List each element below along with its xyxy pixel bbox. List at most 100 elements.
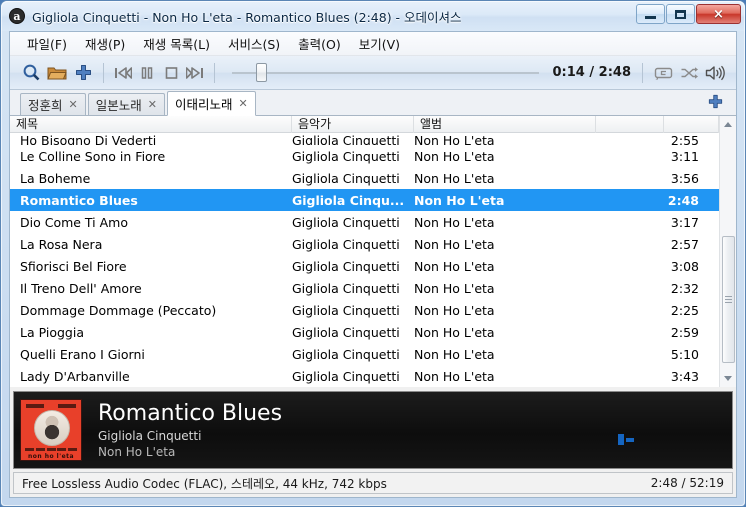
row-artist: Gigliola Cinquetti [292, 214, 400, 230]
album-art[interactable]: non ho l'eta [20, 399, 82, 461]
folder-open-icon[interactable] [44, 60, 70, 86]
row-album: Non Ho L'eta [414, 148, 495, 164]
menu-file[interactable]: 파일(F) [18, 32, 76, 55]
menu-playlist[interactable]: 재생 목록(L) [134, 32, 219, 55]
table-row[interactable]: La Rosa Nera Gigliola Cinquetti Non Ho L… [10, 233, 719, 255]
row-album: Non Ho L'eta [414, 346, 495, 362]
repeat-icon[interactable] [650, 61, 676, 85]
column-header-extra[interactable] [596, 116, 664, 133]
row-artist: Gigliola Cinquetti [292, 170, 400, 186]
table-row[interactable]: Sfiorisci Bel Fiore Gigliola Cinquetti N… [10, 255, 719, 277]
playlist-scrollbar[interactable] [719, 116, 736, 387]
album-art-portrait [34, 410, 70, 446]
row-title: Romantico Blues [20, 192, 138, 208]
table-row[interactable]: La Boheme Gigliola Cinquetti Non Ho L'et… [10, 167, 719, 189]
scroll-down-glyph [724, 376, 732, 381]
playlist-tab-1-close-icon[interactable]: ✕ [69, 98, 78, 111]
playlist-table[interactable]: 제목 음악가 앨범 Ho Bisogno Di Vederti Gigliola… [10, 116, 719, 387]
column-header-artist[interactable]: 음악가 [292, 116, 414, 133]
maximize-button[interactable] [666, 4, 695, 24]
playlist-tab-1[interactable]: 정훈희 ✕ [20, 93, 86, 115]
window-controls: × [635, 4, 741, 24]
row-artist: Gigliola Cinquetti [292, 148, 400, 164]
scrollbar-thumb[interactable] [721, 236, 735, 363]
search-icon[interactable] [18, 60, 44, 86]
seek-thumb[interactable] [256, 62, 267, 82]
now-playing-artist: Gigliola Cinquetti [98, 429, 202, 444]
playlist-tab-3[interactable]: 이태리노래 ✕ [166, 91, 256, 116]
row-album: Non Ho L'eta [414, 133, 495, 145]
menu-view[interactable]: 보기(V) [350, 32, 409, 55]
now-playing-panel[interactable]: non ho l'eta Romantico Blues Gigliola Ci… [13, 391, 733, 469]
row-title: Il Treno Dell' Amore [20, 280, 142, 296]
row-album: Non Ho L'eta [414, 170, 495, 186]
seek-slider[interactable] [232, 62, 539, 84]
row-album: Non Ho L'eta [414, 324, 495, 340]
column-header-title[interactable]: 제목 [10, 116, 292, 133]
menu-bar: 파일(F) 재생(P) 재생 목록(L) 서비스(S) 출력(O) 보기(V) [10, 32, 736, 56]
minimize-button[interactable] [636, 4, 665, 24]
playlist-tab-3-close-icon[interactable]: ✕ [238, 97, 247, 110]
playlist-tab-2[interactable]: 일본노래 ✕ [87, 93, 165, 115]
pause-icon[interactable] [135, 62, 159, 84]
shuffle-icon[interactable] [676, 61, 702, 85]
column-header-album[interactable]: 앨범 [414, 116, 596, 133]
application-window: a Gigliola Cinquetti - Non Ho L'eta - Ro… [0, 0, 746, 507]
menu-playback[interactable]: 재생(P) [76, 32, 134, 55]
table-row[interactable]: Lady D'Arbanville Gigliola Cinquetti Non… [10, 365, 719, 387]
table-row[interactable]: La Pioggia Gigliola Cinquetti Non Ho L'e… [10, 321, 719, 343]
scrollbar-track[interactable] [720, 133, 737, 370]
row-title: La Pioggia [20, 324, 84, 340]
row-artist: Gigliola Cinquetti [292, 133, 400, 145]
title-bar[interactable]: a Gigliola Cinquetti - Non Ho L'eta - Ro… [1, 1, 745, 31]
stop-icon[interactable] [159, 62, 183, 84]
playlist-tab-2-close-icon[interactable]: ✕ [148, 98, 157, 111]
table-row[interactable]: Quelli Erano I Giorni Gigliola Cinquetti… [10, 343, 719, 365]
row-album: Non Ho L'eta [414, 214, 495, 230]
row-length: 5:10 [670, 346, 699, 362]
playlist-area: 제목 음악가 앨범 Ho Bisogno Di Vederti Gigliola… [10, 116, 736, 387]
close-button[interactable]: × [696, 4, 741, 24]
row-album: Non Ho L'eta [414, 192, 505, 208]
scroll-up-icon[interactable] [720, 116, 737, 133]
row-length: 2:55 [670, 133, 699, 145]
row-title: Le Colline Sono in Fiore [20, 148, 166, 164]
playlist-tab-3-label: 이태리노래 [174, 97, 233, 112]
toolbar-separator-2 [214, 62, 215, 83]
scroll-up-glyph [724, 122, 732, 127]
playlist-tab-1-label: 정훈희 [28, 98, 63, 113]
table-row[interactable]: Dio Come Ti Amo Gigliola Cinquetti Non H… [10, 211, 719, 233]
row-length: 3:17 [670, 214, 699, 230]
audacious-icon: a [9, 8, 25, 24]
next-track-icon[interactable] [183, 62, 207, 84]
table-row-selected[interactable]: Romantico Blues Gigliola Cinqu... Non Ho… [10, 189, 719, 211]
table-row[interactable]: Dommage Dommage (Peccato) Gigliola Cinqu… [10, 299, 719, 321]
table-row[interactable]: Il Treno Dell' Amore Gigliola Cinquetti … [10, 277, 719, 299]
table-row[interactable]: Ho Bisogno Di Vederti Gigliola Cinquetti… [10, 133, 719, 145]
row-artist: Gigliola Cinquetti [292, 324, 400, 340]
row-album: Non Ho L'eta [414, 258, 495, 274]
album-art-caption: non ho l'eta [27, 453, 75, 460]
volume-icon[interactable] [702, 61, 728, 85]
table-row[interactable]: Le Colline Sono in Fiore Gigliola Cinque… [10, 145, 719, 167]
now-playing-title: Romantico Blues [98, 400, 283, 426]
scroll-down-icon[interactable] [720, 370, 737, 387]
menu-services[interactable]: 서비스(S) [219, 32, 289, 55]
row-length: 3:08 [670, 258, 699, 274]
plus-icon[interactable] [70, 60, 96, 86]
toolbar-separator-3 [642, 62, 643, 83]
row-length: 3:43 [670, 368, 699, 384]
playlist-rows: Ho Bisogno Di Vederti Gigliola Cinquetti… [10, 133, 719, 387]
previous-track-icon[interactable] [111, 62, 135, 84]
album-art-top-text [26, 404, 76, 408]
row-title: Dommage Dommage (Peccato) [20, 302, 217, 318]
menu-output[interactable]: 출력(O) [289, 32, 350, 55]
row-title: Sfiorisci Bel Fiore [20, 258, 127, 274]
row-length: 2:32 [670, 280, 699, 296]
toolbar-separator [103, 62, 104, 83]
add-playlist-button[interactable] [706, 92, 724, 110]
row-artist: Gigliola Cinqu... [292, 192, 405, 208]
column-header-length[interactable] [664, 116, 719, 133]
row-artist: Gigliola Cinquetti [292, 368, 400, 384]
row-title: Quelli Erano I Giorni [20, 346, 145, 362]
